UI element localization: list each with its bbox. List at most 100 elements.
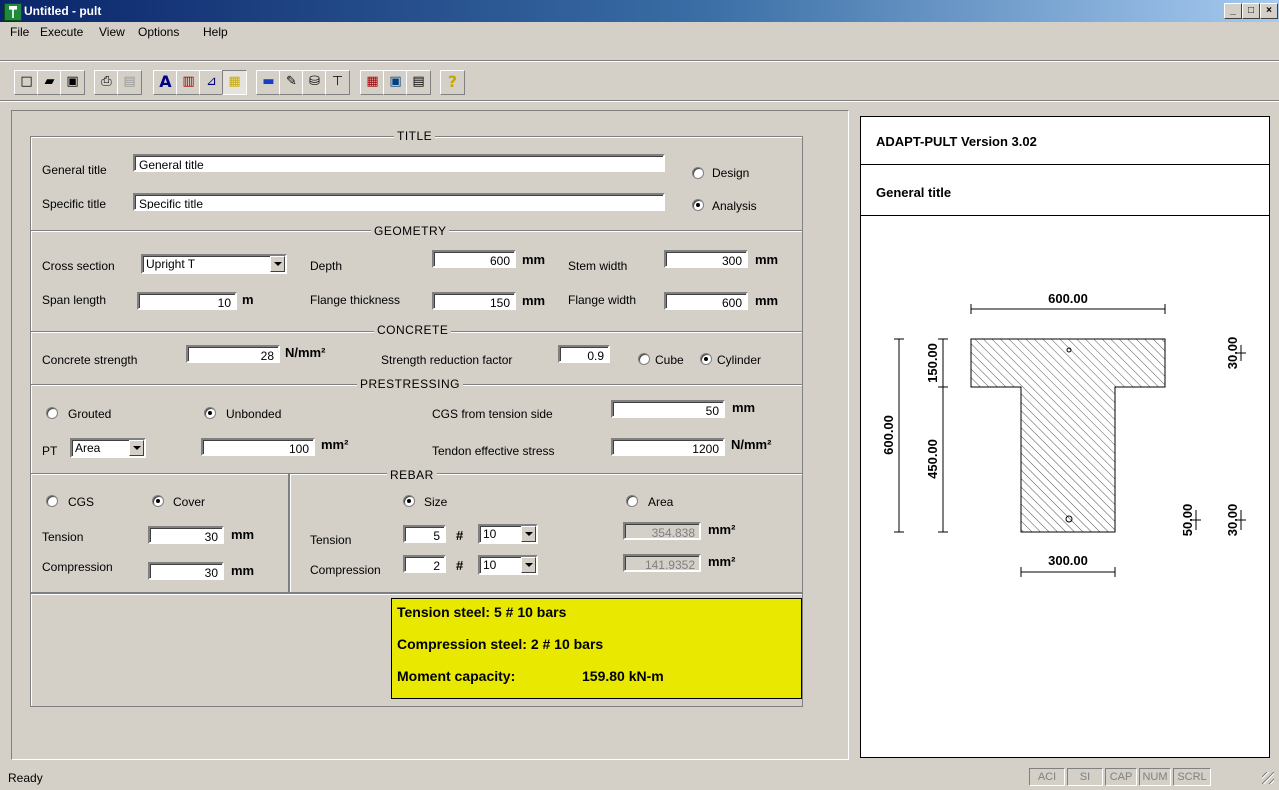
dim-flange: 150.00	[925, 343, 940, 383]
grid-icon[interactable]: ▦	[360, 70, 385, 95]
cgs-from-tension-unit: mm	[732, 400, 756, 415]
save-icon[interactable]: ▣	[60, 70, 85, 95]
size-radio[interactable]	[403, 495, 415, 507]
rebar-icon[interactable]: ▦	[222, 70, 247, 95]
rebar-tension-hash: #	[456, 528, 464, 543]
general-title-input[interactable]: General title	[133, 154, 665, 172]
status-text: Ready	[8, 771, 43, 785]
stem-width-label: Stem width	[568, 259, 628, 273]
strength-reduction-input[interactable]: 0.9	[558, 345, 610, 363]
specific-title-label: Specific title	[42, 197, 107, 211]
print-preview-icon[interactable]: ▤	[117, 70, 142, 95]
tendon-stress-input[interactable]: 1200	[611, 438, 725, 456]
chevron-down-icon[interactable]	[521, 557, 536, 573]
pencil-icon[interactable]: ✎	[279, 70, 304, 95]
close-button[interactable]: ×	[1260, 3, 1278, 19]
minus-icon[interactable]: ⊤	[325, 70, 350, 95]
preview-title-row: General title	[861, 165, 1269, 216]
unbonded-radio[interactable]	[204, 407, 216, 419]
print-icon[interactable]: ⎙	[94, 70, 119, 95]
app-icon	[4, 3, 22, 21]
design-radio[interactable]	[692, 167, 704, 179]
cross-section-select[interactable]: Upright T	[141, 254, 287, 274]
flange-thickness-unit: mm	[522, 293, 546, 308]
cover-radio[interactable]	[152, 495, 164, 507]
cover-compression-input[interactable]: 30	[148, 562, 224, 580]
cgs-from-tension-label: CGS from tension side	[432, 407, 553, 421]
rebar-tension-area-unit: mm²	[708, 522, 736, 537]
minimize-button[interactable]: _	[1224, 3, 1242, 19]
maximize-button[interactable]: □	[1242, 3, 1260, 19]
cgs-radio[interactable]	[46, 495, 58, 507]
pt-area-input[interactable]: 100	[201, 438, 315, 456]
flange-thickness-input[interactable]: 150	[432, 292, 516, 310]
chart-icon[interactable]: ▥	[176, 70, 201, 95]
menu-view[interactable]: View	[99, 25, 125, 39]
specific-title-input[interactable]: Specific title	[133, 193, 665, 211]
rebar-compression-size-select[interactable]: 10	[478, 555, 538, 575]
font-icon[interactable]: A	[153, 70, 178, 95]
blue-rect-icon[interactable]: ▬	[256, 70, 281, 95]
rebar-compression-count-input[interactable]: 2	[403, 555, 446, 573]
cylinder-label: Cylinder	[717, 353, 762, 367]
flange-width-input[interactable]: 600	[664, 292, 748, 310]
concrete-heading: CONCRETE	[374, 323, 452, 337]
chevron-down-icon[interactable]	[521, 526, 536, 542]
pt-select[interactable]: Area	[70, 438, 146, 458]
rebar-tension-size-select[interactable]: 10	[478, 524, 538, 544]
document-icon[interactable]: ▤	[406, 70, 431, 95]
title-heading: TITLE	[394, 129, 436, 143]
analysis-label: Analysis	[712, 199, 757, 213]
toolbar-separator-top	[0, 60, 1279, 62]
open-icon[interactable]: ▰	[37, 70, 62, 95]
stem-width-unit: mm	[755, 252, 779, 267]
t-section-shape	[970, 338, 1166, 533]
analysis-radio[interactable]	[692, 199, 704, 211]
area-radio[interactable]	[626, 495, 638, 507]
span-length-input[interactable]: 10	[137, 292, 237, 310]
cgs-from-tension-input[interactable]: 50	[611, 400, 725, 418]
status-aci: ACI	[1029, 768, 1065, 786]
concrete-strength-input[interactable]: 28	[186, 345, 280, 363]
cover-compression-label: Compression	[42, 560, 113, 574]
dim-bottom: 300.00	[1048, 553, 1088, 568]
menu-options[interactable]: Options	[138, 25, 179, 39]
rebar-tension-count-input[interactable]: 5	[403, 525, 446, 543]
grouted-radio[interactable]	[46, 407, 58, 419]
cylinder-icon[interactable]: ⛁	[302, 70, 327, 95]
resize-grip-icon[interactable]	[1262, 772, 1274, 784]
cover-compression-unit: mm	[231, 563, 255, 578]
flange-thickness-label: Flange thickness	[310, 293, 401, 307]
rebar-compression-area-unit: mm²	[708, 554, 736, 569]
rebar-compression-hash: #	[456, 558, 464, 573]
window-title: Untitled - pult	[24, 4, 102, 18]
chevron-down-icon[interactable]	[270, 256, 285, 272]
depth-label: Depth	[310, 259, 343, 273]
cylinder-radio[interactable]	[700, 353, 712, 365]
toolbar-separator-bottom	[0, 100, 1279, 102]
dim-stem: 450.00	[925, 439, 940, 479]
chevron-down-icon[interactable]	[129, 440, 144, 456]
menu-file[interactable]: File	[10, 25, 29, 39]
rebar-tension-label: Tension	[310, 533, 352, 547]
title-bar[interactable]: Untitled - pult _ □ ×	[0, 0, 1279, 22]
help-icon[interactable]: ?	[440, 70, 465, 95]
rebar-heading: REBAR	[387, 468, 437, 482]
new-icon[interactable]: □	[14, 70, 39, 95]
dim-right-b2: 30.00	[1225, 504, 1240, 537]
stem-width-input[interactable]: 300	[664, 250, 748, 268]
status-cap: CAP	[1105, 768, 1137, 786]
cube-radio[interactable]	[638, 353, 650, 365]
monitor-icon[interactable]: ▣	[383, 70, 408, 95]
concrete-strength-label: Concrete strength	[42, 353, 138, 367]
compression-steel-result: Compression steel: 2 # 10 bars	[397, 636, 604, 652]
menu-help[interactable]: Help	[203, 25, 228, 39]
menu-execute[interactable]: Execute	[40, 25, 83, 39]
section-icon[interactable]: ⊿	[199, 70, 224, 95]
cover-tension-unit: mm	[231, 527, 255, 542]
depth-unit: mm	[522, 252, 546, 267]
rebar-tension-size-value: 10	[483, 527, 497, 541]
depth-input[interactable]: 600	[432, 250, 516, 268]
tension-steel-result: Tension steel: 5 # 10 bars	[397, 604, 567, 620]
cover-tension-input[interactable]: 30	[148, 526, 224, 544]
